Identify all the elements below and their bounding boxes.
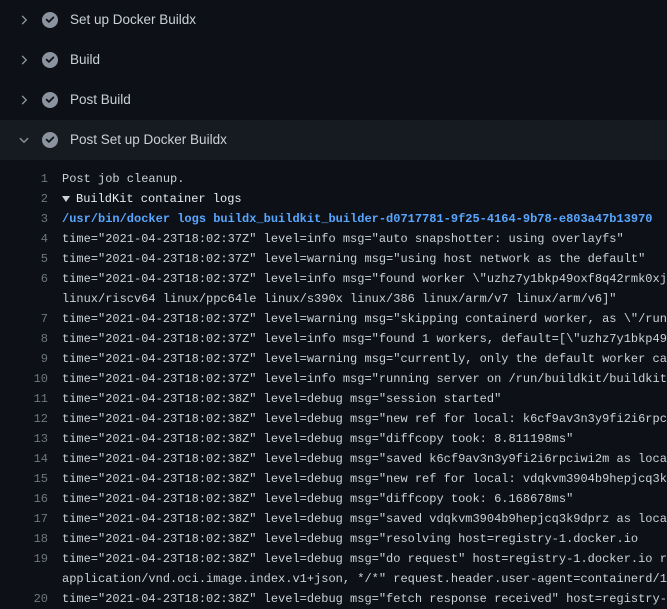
log-line-text: time="2021-04-23T18:02:38Z" level=debug … <box>62 489 667 509</box>
log-line: 4 time="2021-04-23T18:02:37Z" level=info… <box>0 229 667 249</box>
log-line-wrap: linux/riscv64 linux/ppc64le linux/s390x … <box>0 289 667 309</box>
check-circle-icon <box>42 92 58 108</box>
log-line: 13 time="2021-04-23T18:02:38Z" level=deb… <box>0 429 667 449</box>
log-line-number[interactable]: 7 <box>0 309 48 329</box>
log-line-number[interactable]: 15 <box>0 469 48 489</box>
check-circle-icon <box>42 52 58 68</box>
log-line-number[interactable]: 16 <box>0 489 48 509</box>
chevron-down-icon[interactable] <box>16 132 32 148</box>
step-title: Post Set up Docker Buildx <box>70 132 227 148</box>
step-title: Post Build <box>70 92 131 108</box>
log-line: 19 time="2021-04-23T18:02:38Z" level=deb… <box>0 549 667 569</box>
log-line-text: time="2021-04-23T18:02:38Z" level=debug … <box>62 589 667 609</box>
log-line-text: application/vnd.oci.image.index.v1+json,… <box>62 569 667 589</box>
log-line-text: Post job cleanup. <box>62 169 667 189</box>
step-header-post-set-up-docker-buildx[interactable]: Post Set up Docker Buildx <box>0 120 667 160</box>
triangle-down-icon[interactable] <box>62 196 70 202</box>
log-line: 10 time="2021-04-23T18:02:37Z" level=inf… <box>0 369 667 389</box>
log-line-number[interactable]: 18 <box>0 529 48 549</box>
step-title: Set up Docker Buildx <box>70 12 196 28</box>
log-line: 20 time="2021-04-23T18:02:38Z" level=deb… <box>0 589 667 609</box>
log-line-text: time="2021-04-23T18:02:37Z" level=warnin… <box>62 309 667 329</box>
log-line-number[interactable]: 10 <box>0 369 48 389</box>
step-header-post-build[interactable]: Post Build <box>0 80 667 120</box>
chevron-right-icon[interactable] <box>16 92 32 108</box>
log-line-number[interactable]: 14 <box>0 449 48 469</box>
chevron-right-icon[interactable] <box>16 52 32 68</box>
log-line-text: time="2021-04-23T18:02:38Z" level=debug … <box>62 389 667 409</box>
log-line: 6 time="2021-04-23T18:02:37Z" level=info… <box>0 269 667 289</box>
log-line-number[interactable]: 19 <box>0 549 48 569</box>
step-header-build[interactable]: Build <box>0 40 667 80</box>
check-circle-icon <box>42 12 58 28</box>
log-command-line: 3 /usr/bin/docker logs buildx_buildkit_b… <box>0 209 667 229</box>
log-line: 17 time="2021-04-23T18:02:38Z" level=deb… <box>0 509 667 529</box>
log-line-number[interactable]: 4 <box>0 229 48 249</box>
log-line-text: linux/riscv64 linux/ppc64le linux/s390x … <box>62 289 667 309</box>
log-line-number[interactable]: 12 <box>0 409 48 429</box>
log-line-text: time="2021-04-23T18:02:38Z" level=debug … <box>62 449 667 469</box>
log-line: 14 time="2021-04-23T18:02:38Z" level=deb… <box>0 449 667 469</box>
log-line-number[interactable]: 3 <box>0 209 48 229</box>
log-line-text: time="2021-04-23T18:02:38Z" level=debug … <box>62 429 667 449</box>
log-line-text: time="2021-04-23T18:02:37Z" level=info m… <box>62 269 667 289</box>
log-line-number[interactable]: 17 <box>0 509 48 529</box>
log-line-text: time="2021-04-23T18:02:37Z" level=info m… <box>62 329 667 349</box>
chevron-right-icon[interactable] <box>16 12 32 28</box>
log-group-header: 2 BuildKit container logs <box>0 189 667 209</box>
log-line: 16 time="2021-04-23T18:02:38Z" level=deb… <box>0 489 667 509</box>
log-line: 8 time="2021-04-23T18:02:37Z" level=info… <box>0 329 667 349</box>
check-circle-icon <box>42 132 58 148</box>
log-line-number[interactable]: 6 <box>0 269 48 289</box>
log-line-text: time="2021-04-23T18:02:37Z" level=warnin… <box>62 349 667 369</box>
log-line-text: time="2021-04-23T18:02:37Z" level=info m… <box>62 229 667 249</box>
log-line-wrap: application/vnd.oci.image.index.v1+json,… <box>0 569 667 589</box>
log-line: 9 time="2021-04-23T18:02:37Z" level=warn… <box>0 349 667 369</box>
log-line: 5 time="2021-04-23T18:02:37Z" level=warn… <box>0 249 667 269</box>
step-title: Build <box>70 52 100 68</box>
log-line-number[interactable]: 20 <box>0 589 48 609</box>
log-line-text: /usr/bin/docker logs buildx_buildkit_bui… <box>62 209 667 229</box>
log-line: 1 Post job cleanup. <box>0 169 667 189</box>
log-line-number[interactable]: 1 <box>0 169 48 189</box>
log-line: 15 time="2021-04-23T18:02:38Z" level=deb… <box>0 469 667 489</box>
log-line-number[interactable]: 5 <box>0 249 48 269</box>
log-line-text: time="2021-04-23T18:02:38Z" level=debug … <box>62 529 667 549</box>
log-lines: 1 Post job cleanup. 2 BuildKit container… <box>0 160 667 609</box>
log-line-text[interactable]: BuildKit container logs <box>76 189 667 209</box>
log-line: 12 time="2021-04-23T18:02:38Z" level=deb… <box>0 409 667 429</box>
step-list: Set up Docker Buildx Build P <box>0 0 667 160</box>
log-line: 11 time="2021-04-23T18:02:38Z" level=deb… <box>0 389 667 409</box>
log-line-text: time="2021-04-23T18:02:38Z" level=debug … <box>62 509 667 529</box>
log-line-number[interactable] <box>0 289 48 309</box>
log-line-number[interactable]: 2 <box>0 189 48 209</box>
log-line-number[interactable]: 13 <box>0 429 48 449</box>
log-line: 18 time="2021-04-23T18:02:38Z" level=deb… <box>0 529 667 549</box>
log-line-text: time="2021-04-23T18:02:38Z" level=debug … <box>62 549 667 569</box>
step-header-set-up-docker-buildx[interactable]: Set up Docker Buildx <box>0 0 667 40</box>
log-line: 7 time="2021-04-23T18:02:37Z" level=warn… <box>0 309 667 329</box>
log-line-text: time="2021-04-23T18:02:38Z" level=debug … <box>62 409 667 429</box>
log-line-number[interactable]: 11 <box>0 389 48 409</box>
log-line-text: time="2021-04-23T18:02:37Z" level=warnin… <box>62 249 667 269</box>
log-line-number[interactable] <box>0 569 48 589</box>
log-line-text: time="2021-04-23T18:02:37Z" level=info m… <box>62 369 667 389</box>
log-line-number[interactable]: 8 <box>0 329 48 349</box>
log-line-number[interactable]: 9 <box>0 349 48 369</box>
log-line-text: time="2021-04-23T18:02:38Z" level=debug … <box>62 469 667 489</box>
